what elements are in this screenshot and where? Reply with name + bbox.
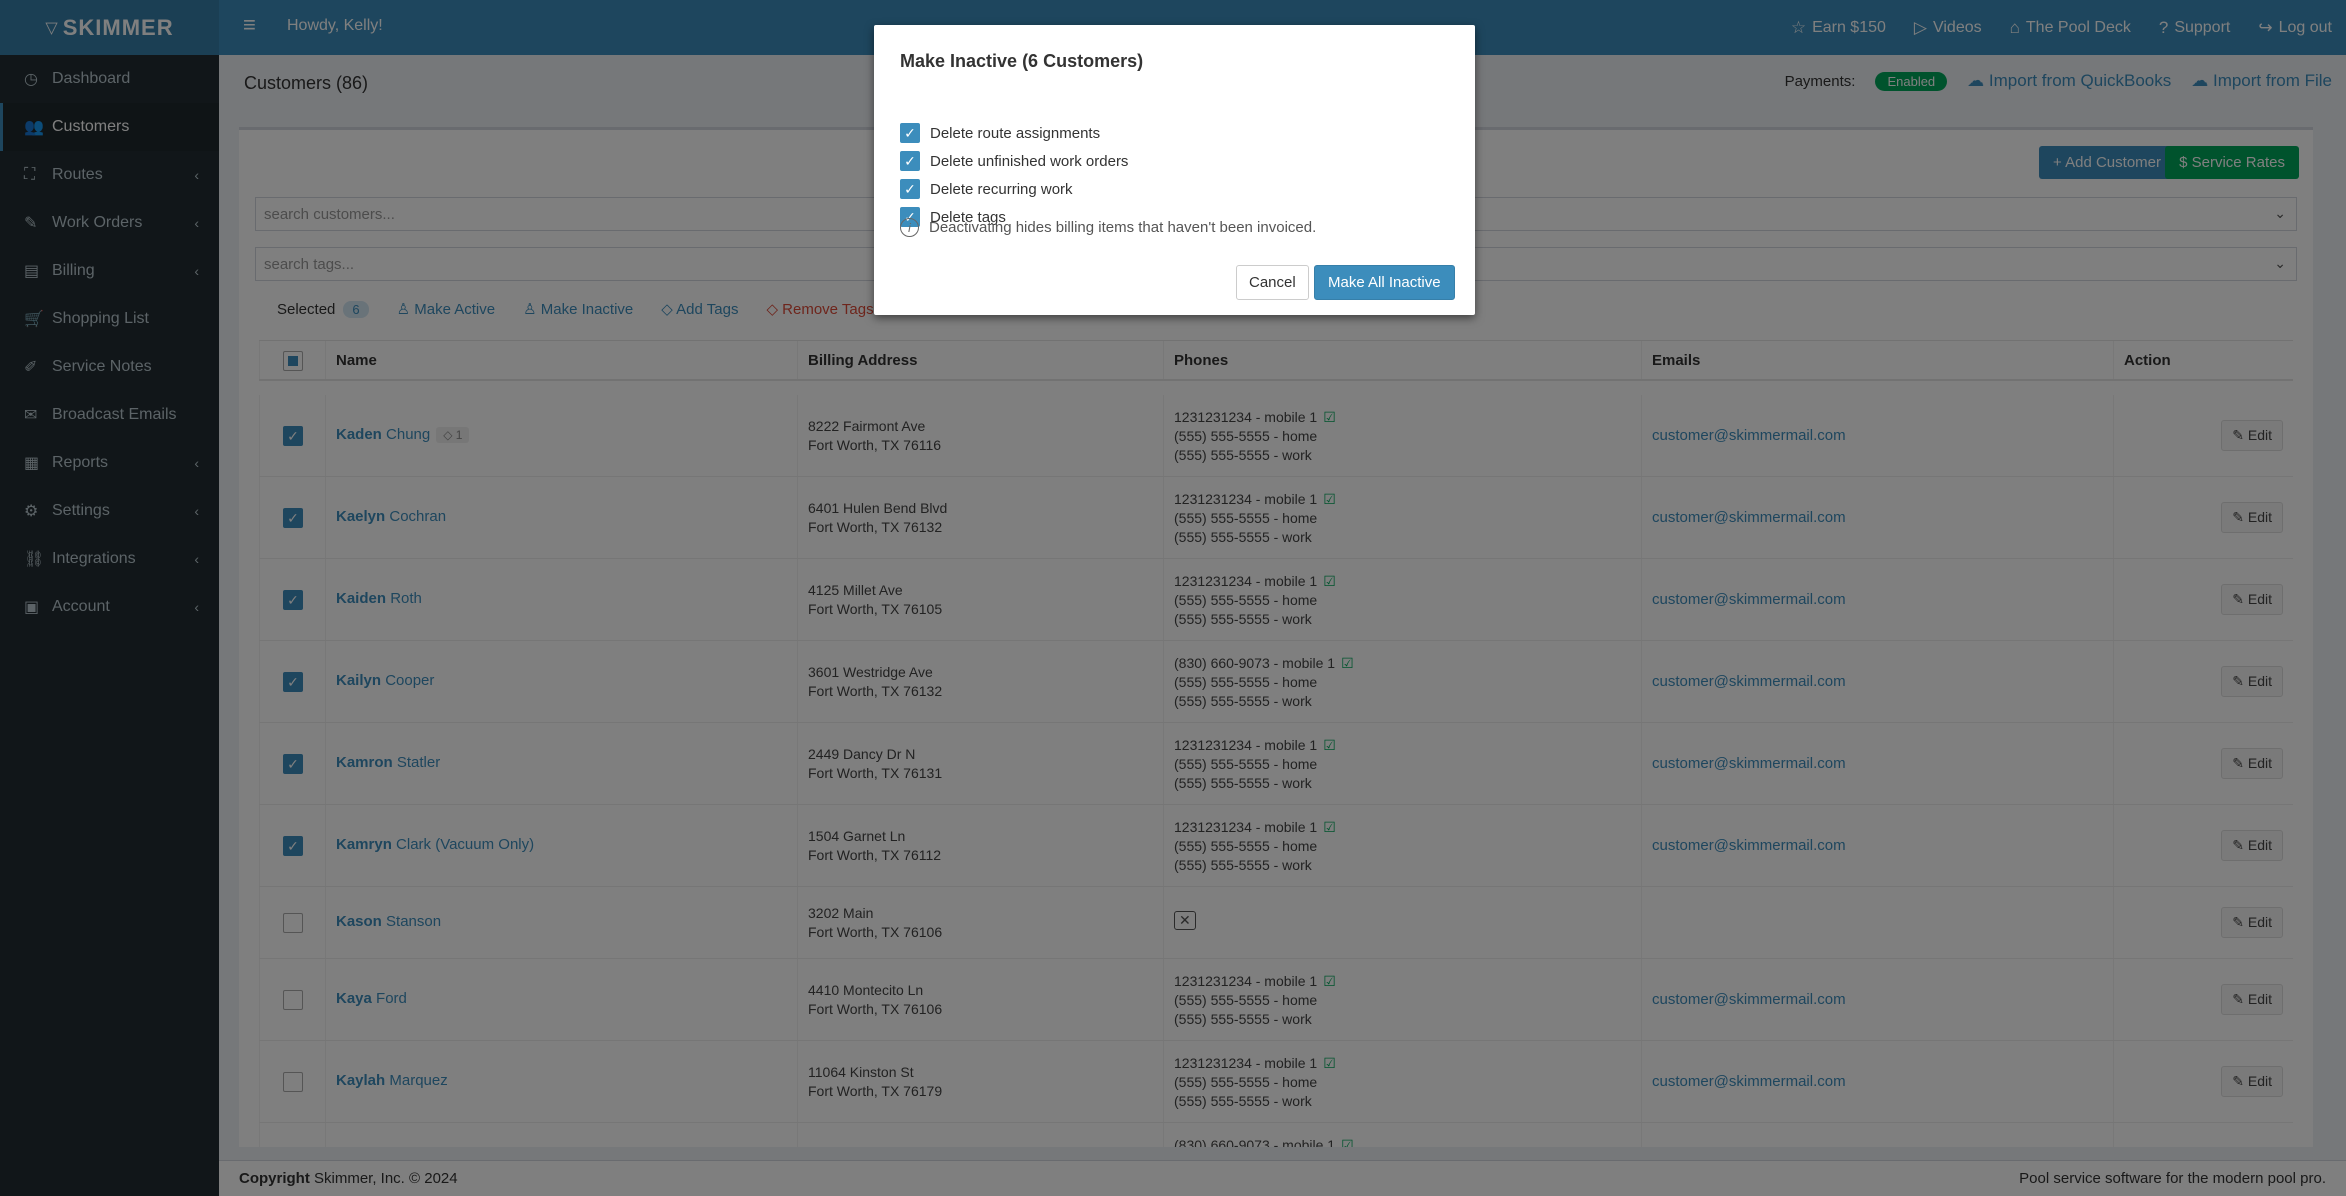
make-all-inactive-button[interactable]: Make All Inactive — [1314, 265, 1455, 300]
option-delete-unfinished-work-orders[interactable]: ✓ Delete unfinished work orders — [900, 151, 1128, 171]
option-delete-route-assignments[interactable]: ✓ Delete route assignments — [900, 123, 1100, 143]
option-delete-recurring-work[interactable]: ✓ Delete recurring work — [900, 179, 1073, 199]
option-checkbox[interactable]: ✓ — [900, 123, 920, 143]
cancel-button[interactable]: Cancel — [1236, 265, 1309, 300]
option-label: Delete recurring work — [930, 180, 1073, 198]
info-icon: i — [900, 218, 919, 237]
make-inactive-modal: Make Inactive (6 Customers) ✓ Delete rout… — [874, 25, 1475, 315]
option-checkbox[interactable]: ✓ — [900, 179, 920, 199]
info-note: i Deactivating hides billing items that … — [900, 218, 1316, 237]
info-text: Deactivating hides billing items that ha… — [929, 219, 1317, 236]
option-label: Delete unfinished work orders — [930, 152, 1129, 170]
option-label: Delete route assignments — [930, 124, 1101, 142]
option-checkbox[interactable]: ✓ — [900, 151, 920, 171]
modal-title: Make Inactive (6 Customers) — [900, 51, 1144, 71]
